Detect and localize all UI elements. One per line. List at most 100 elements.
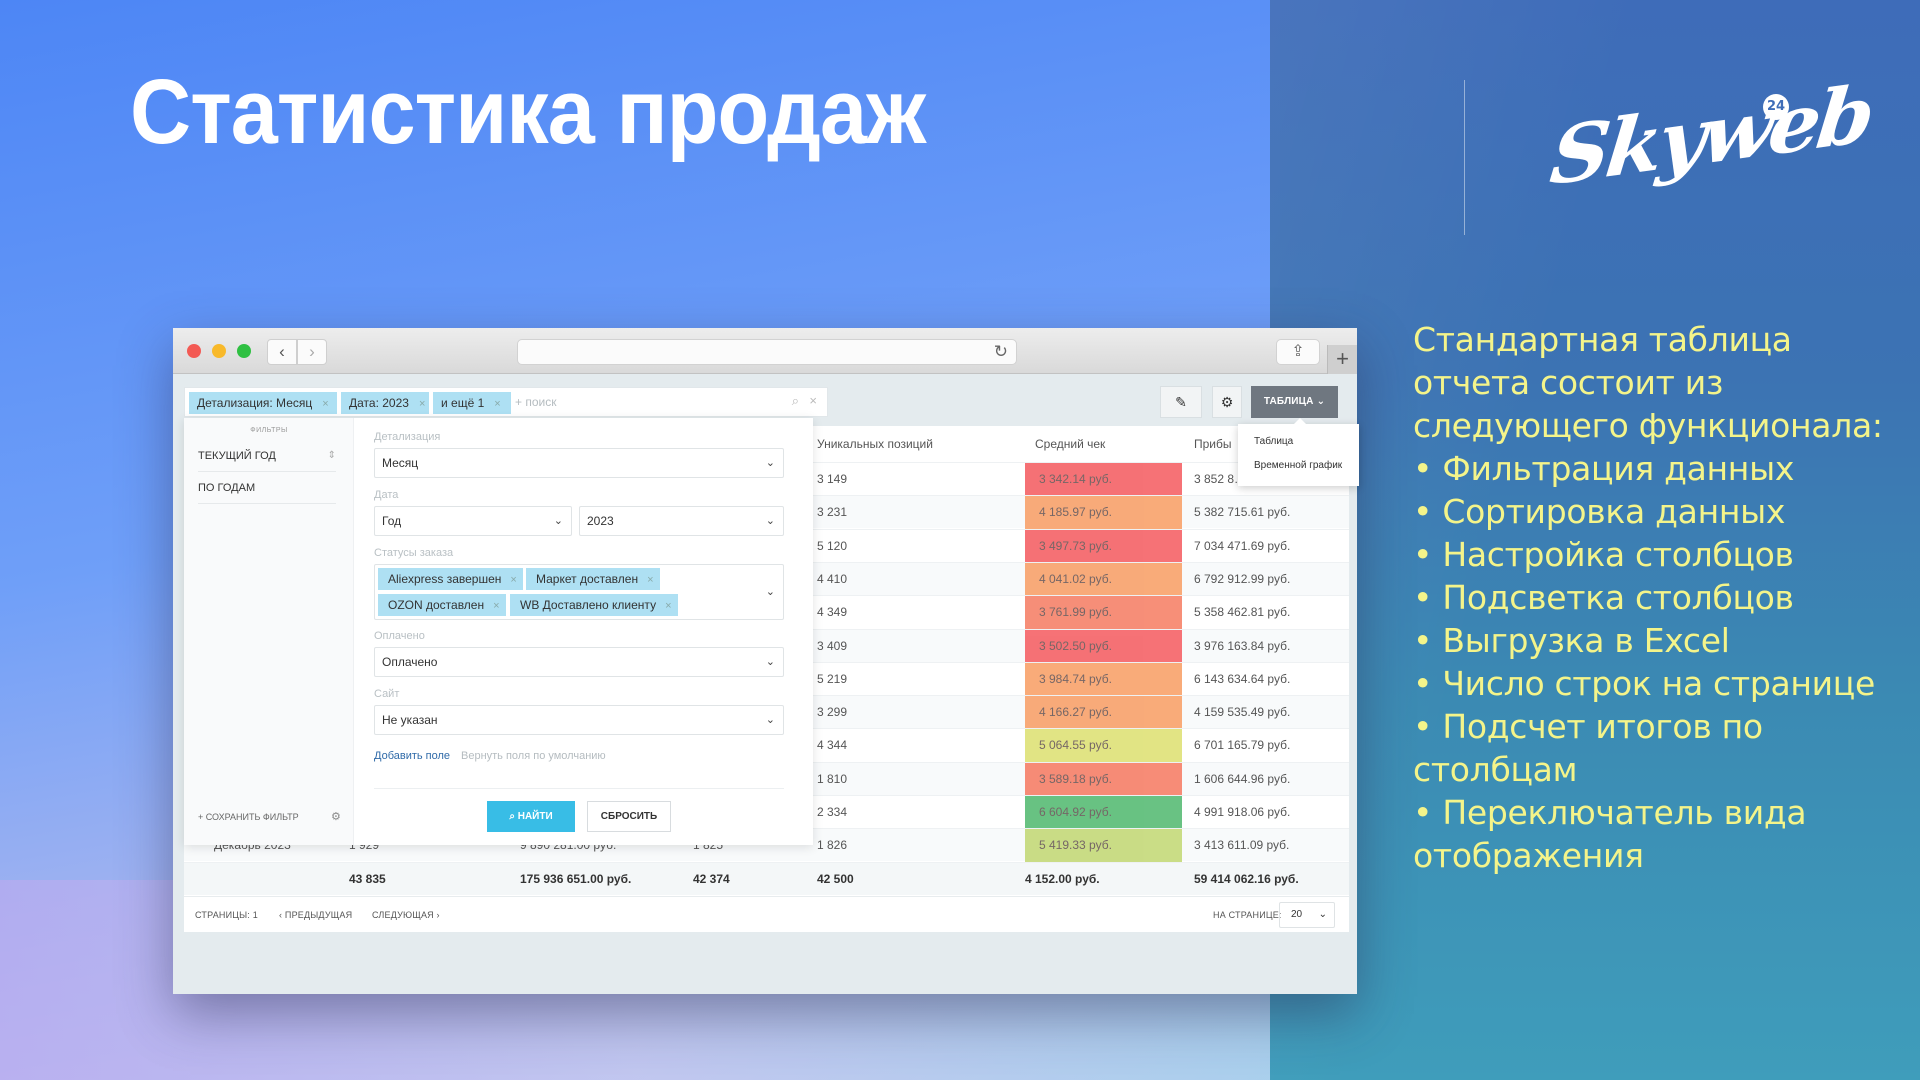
remove-icon[interactable]: × [647, 574, 659, 586]
total-unique: 42 500 [817, 871, 854, 886]
per-page-select[interactable]: 20 ⌄ [1279, 902, 1335, 928]
prev-page-button[interactable]: ‹ ПРЕДЫДУЩАЯ [279, 910, 352, 920]
saved-filters-sidebar: ФИЛЬТРЫ ТЕКУЩИЙ ГОД ⇕ ПО ГОДАМ + СОХРАНИ… [184, 418, 354, 845]
search-icon[interactable]: ⌕ [792, 393, 799, 409]
reload-icon[interactable]: ↻ [994, 342, 1008, 362]
drag-handle-icon[interactable]: ⇕ [328, 440, 336, 472]
saved-filters-title: ФИЛЬТРЫ [250, 427, 288, 434]
remove-icon[interactable]: × [493, 600, 505, 612]
gear-icon[interactable]: ⚙ [331, 810, 341, 823]
feature-line: отображения [1413, 836, 1644, 875]
remove-icon[interactable]: × [510, 574, 522, 586]
paid-select[interactable]: Оплачено ⌄ [374, 647, 784, 677]
order-status-multiselect[interactable]: Aliexpress завершен × Маркет доставлен × O… [374, 564, 784, 620]
remove-icon[interactable]: × [322, 398, 328, 410]
total-orders: 43 835 [349, 871, 386, 886]
clear-icon[interactable]: × [809, 393, 817, 408]
cell-profit: 4 159 535.49 руб. [1194, 705, 1291, 720]
cell-profit: 6 792 912.99 руб. [1194, 571, 1291, 586]
field-label: Статусы заказа [374, 547, 454, 559]
settings-button[interactable]: ⚙ [1212, 386, 1242, 418]
cell-avg-check: 3 497.73 руб. [1025, 529, 1182, 563]
remove-icon[interactable]: × [494, 398, 500, 410]
cell-profit: 5 382 715.61 руб. [1194, 505, 1291, 520]
reset-fields-link[interactable]: Вернуть поля по умолчанию [461, 750, 606, 762]
slide-title: Статистика продаж [130, 61, 926, 163]
date-period-select[interactable]: Год ⌄ [374, 506, 572, 536]
page-content: Детализация: Месяц × Дата: 2023 × и ещё 1 ×… [184, 374, 1359, 994]
address-bar[interactable]: ↻ [517, 339, 1017, 365]
cell-unique: 1 810 [817, 771, 848, 786]
back-button[interactable]: ‹ [267, 339, 297, 365]
cell-avg-check: 5 064.55 руб. [1025, 729, 1182, 763]
new-tab-button[interactable]: + [1327, 345, 1357, 374]
add-field-link[interactable]: Добавить поле [374, 750, 450, 762]
column-highlight-button[interactable]: ✎ [1160, 386, 1202, 418]
feature-line: • Подсветка столбцов [1413, 578, 1794, 617]
search-input[interactable]: + поиск [515, 395, 556, 409]
cell-unique: 4 344 [817, 738, 848, 753]
share-button[interactable]: ⇪ [1276, 339, 1320, 365]
saved-filter-by-years[interactable]: ПО ГОДАМ [198, 472, 336, 504]
status-chip[interactable]: Aliexpress завершен × [378, 568, 523, 590]
select-value: Месяц [382, 456, 419, 470]
reset-button[interactable]: СБРОСИТЬ [587, 801, 671, 832]
filter-chip[interactable]: и ещё 1 × [433, 392, 511, 414]
feature-line: столбцам [1413, 750, 1578, 789]
cell-unique: 1 826 [817, 838, 848, 853]
close-window-button[interactable] [187, 344, 201, 358]
view-option-timeline[interactable]: Временной график [1254, 460, 1342, 471]
view-switch-button[interactable]: ТАБЛИЦА ⌄ [1251, 386, 1338, 418]
saved-filter-current-year[interactable]: ТЕКУЩИЙ ГОД ⇕ [198, 440, 336, 472]
cell-profit: 6 701 165.79 руб. [1194, 738, 1291, 753]
pagination-bar: СТРАНИЦЫ: 1 ‹ ПРЕДЫДУЩАЯ СЛЕДУЮЩАЯ › НА … [184, 896, 1349, 932]
detail-select[interactable]: Месяц ⌄ [374, 448, 784, 478]
feature-list: Стандартная таблица отчета состоит из сл… [1413, 318, 1913, 877]
forward-button[interactable]: › [297, 339, 327, 365]
status-chip[interactable]: WB Доставлено клиенту × [510, 594, 678, 616]
gear-icon: ⚙ [1220, 394, 1234, 410]
next-page-button[interactable]: СЛЕДУЮЩАЯ › [372, 910, 440, 920]
cell-unique: 5 219 [817, 671, 848, 686]
view-option-table[interactable]: Таблица [1254, 436, 1293, 447]
status-chip[interactable]: OZON доставлен × [378, 594, 506, 616]
minimize-window-button[interactable] [212, 344, 226, 358]
filter-chip[interactable]: Детализация: Месяц × [189, 392, 337, 414]
cell-avg-check: 6 604.92 руб. [1025, 796, 1182, 829]
feature-line: • Настройка столбцов [1413, 535, 1794, 574]
filter-chip[interactable]: Дата: 2023 × [341, 392, 429, 414]
cell-avg-check: 3 589.18 руб. [1025, 762, 1182, 796]
save-filter-button[interactable]: + СОХРАНИТЬ ФИЛЬТР [198, 812, 299, 822]
select-value: Оплачено [382, 655, 438, 669]
cell-unique: 3 149 [817, 472, 848, 486]
date-year-select[interactable]: 2023 ⌄ [579, 506, 784, 536]
filter-chip-label: Дата: 2023 [349, 396, 409, 410]
cell-profit: 7 034 471.69 руб. [1194, 538, 1291, 553]
cell-avg-check: 4 041.02 руб. [1025, 562, 1182, 596]
column-header-unique[interactable]: Уникальных позиций [817, 426, 933, 462]
site-select[interactable]: Не указан ⌄ [374, 705, 784, 735]
chevron-right-icon: › [309, 342, 315, 361]
feature-line: отчета состоит из [1413, 363, 1724, 402]
filter-search-bar[interactable]: Детализация: Месяц × Дата: 2023 × и ещё 1 ×… [184, 387, 828, 417]
cell-profit: 3 976 163.84 руб. [1194, 638, 1291, 653]
filter-chip-label: Детализация: Месяц [197, 396, 313, 410]
cell-unique: 4 349 [817, 605, 848, 620]
cell-unique: 3 299 [817, 705, 848, 720]
status-chip-label: Маркет доставлен [536, 572, 639, 586]
remove-icon[interactable]: × [419, 398, 425, 410]
remove-icon[interactable]: × [665, 600, 677, 612]
column-header-avg-check[interactable]: Средний чек [1035, 426, 1105, 462]
feature-line: • Переключатель вида [1413, 793, 1807, 832]
status-chip[interactable]: Маркет доставлен × [526, 568, 660, 590]
total-profit: 59 414 062.16 руб. [1194, 871, 1299, 886]
find-button[interactable]: ⌕ НАЙТИ [487, 801, 575, 832]
select-value: 20 [1291, 909, 1303, 920]
maximize-window-button[interactable] [237, 344, 251, 358]
status-chip-label: WB Доставлено клиенту [520, 598, 657, 612]
feature-line: Стандартная таблица [1413, 320, 1792, 359]
status-chip-label: Aliexpress завершен [388, 572, 502, 586]
browser-titlebar: ‹ › ↻ ⇪ + [173, 328, 1357, 374]
column-header-profit[interactable]: Прибы [1194, 426, 1232, 462]
chevron-left-icon: ‹ [279, 342, 285, 361]
